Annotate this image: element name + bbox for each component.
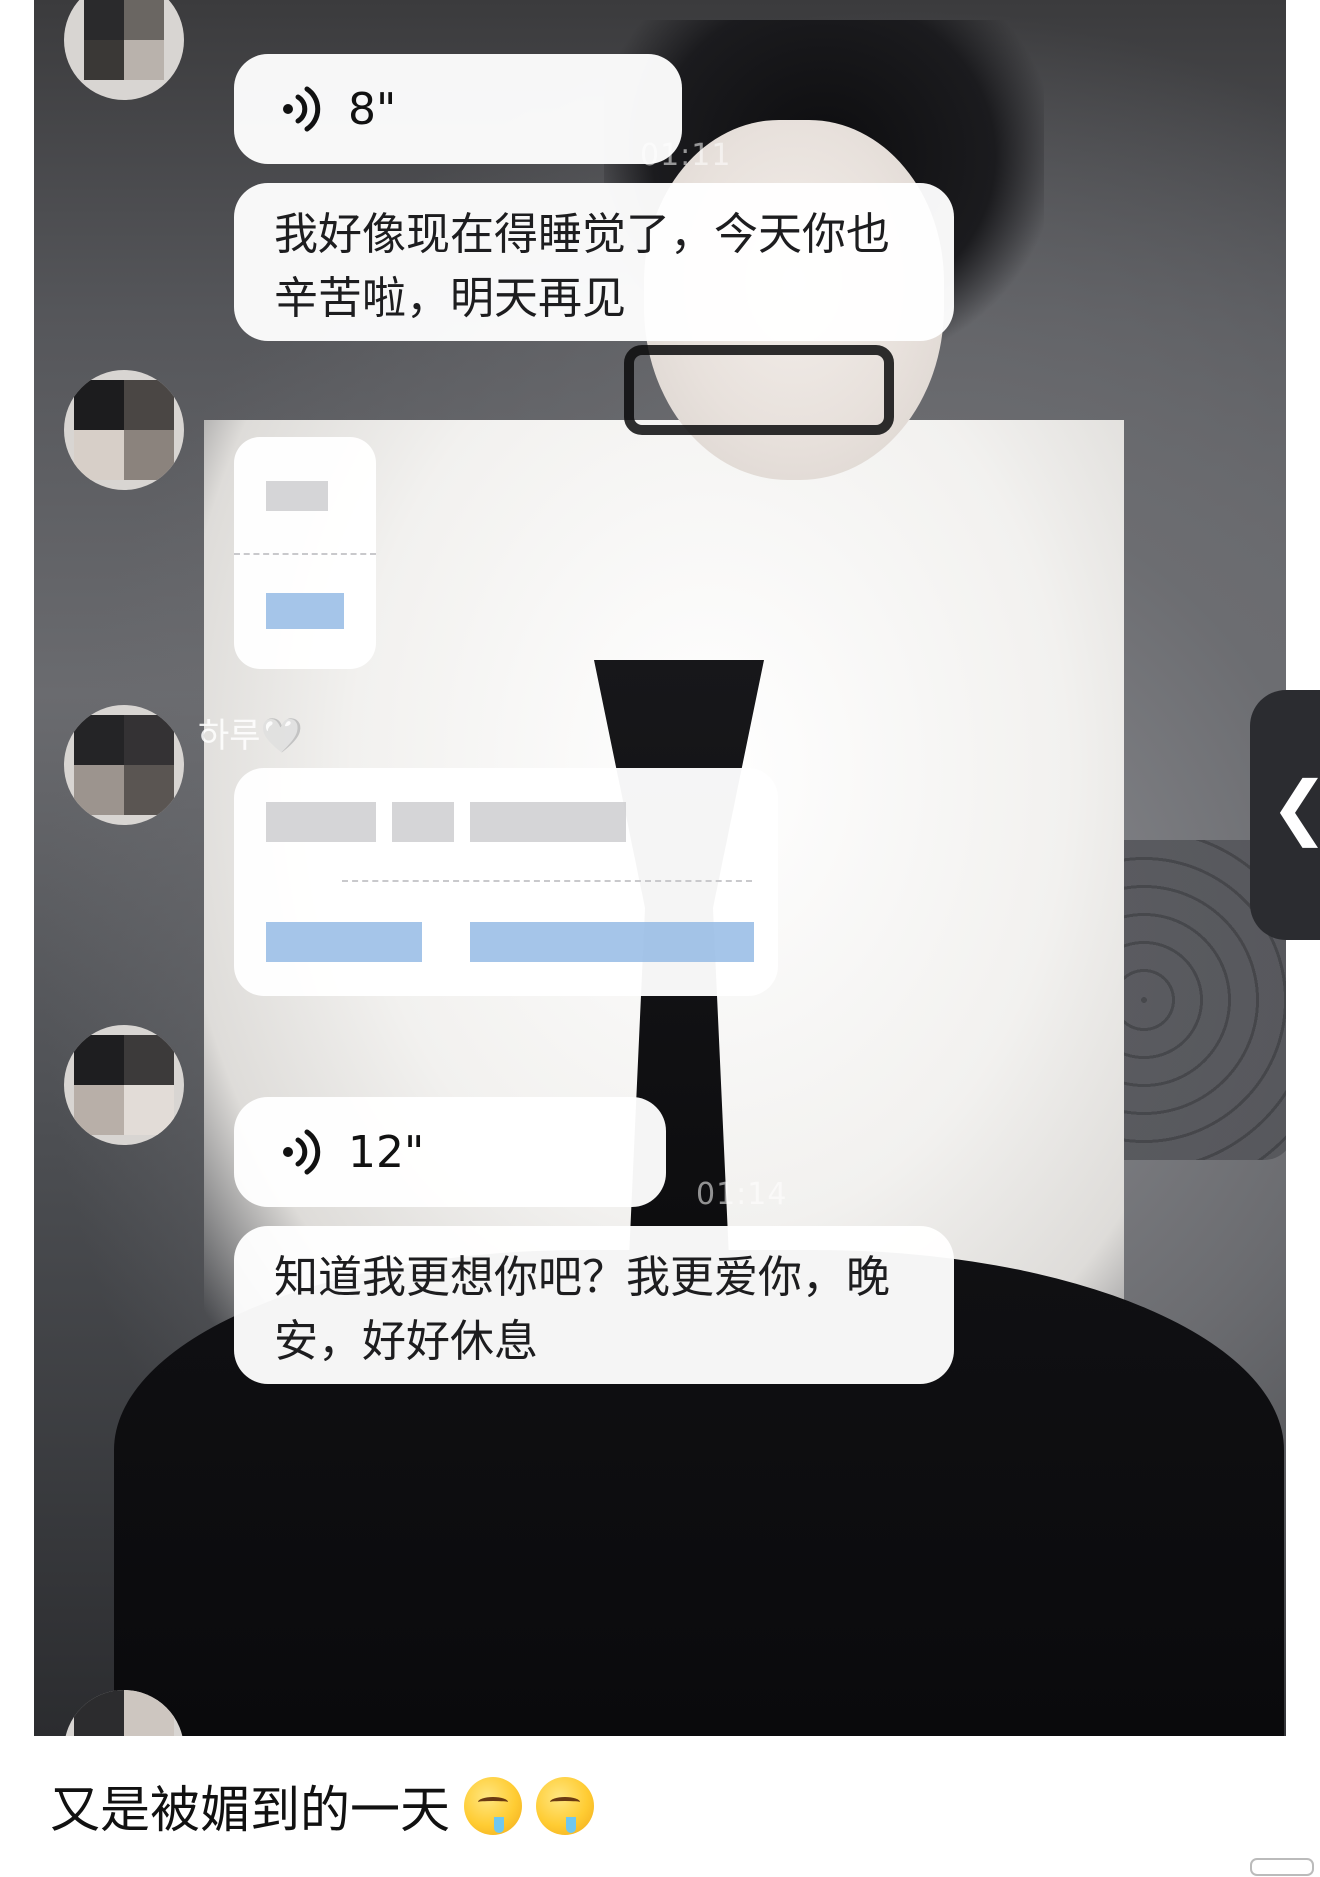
collapse-handle[interactable]: ❮ — [1250, 690, 1320, 940]
message-time: 01:14 — [696, 1177, 788, 1212]
blurred-text — [392, 802, 454, 842]
voice-wave-icon — [283, 86, 321, 132]
card-divider — [342, 880, 752, 884]
caption-text: 又是被媚到的一天 — [50, 1781, 450, 1839]
voice-message[interactable]: 12" — [234, 1097, 666, 1207]
avatar[interactable] — [64, 1025, 184, 1145]
text-message[interactable]: 我好像现在得睡觉了，今天你也辛苦啦，明天再见 — [234, 183, 954, 341]
message-text: 知道我更想你吧？我更爱你，晚安，好好休息 — [274, 1252, 890, 1367]
blurred-link — [266, 922, 422, 962]
blurred-link-card[interactable] — [234, 768, 778, 996]
blurred-link — [266, 593, 344, 629]
voice-duration: 8" — [348, 83, 397, 135]
blurred-link — [470, 922, 754, 962]
blurred-text — [266, 802, 376, 842]
background-glasses — [624, 345, 894, 435]
voice-wave-icon — [283, 1129, 321, 1175]
post-caption: 又是被媚到的一天 — [50, 1770, 594, 1842]
blurred-link-card[interactable] — [234, 437, 376, 669]
drooling-face-emoji — [536, 1777, 594, 1835]
scroll-indicator — [1250, 1858, 1314, 1876]
text-message[interactable]: 知道我更想你吧？我更爱你，晚安，好好休息 — [234, 1226, 954, 1384]
sender-name: 하루🤍 — [198, 716, 303, 756]
drooling-face-emoji — [464, 1777, 522, 1835]
voice-message[interactable]: 8" — [234, 54, 682, 164]
message-text: 我好像现在得睡觉了，今天你也辛苦啦，明天再见 — [274, 209, 890, 324]
avatar[interactable] — [64, 370, 184, 490]
voice-duration: 12" — [348, 1126, 425, 1178]
blurred-text — [470, 802, 626, 842]
chevron-left-icon: ❮ — [1270, 766, 1320, 848]
message-time: 01:11 — [640, 138, 732, 173]
avatar[interactable] — [64, 1690, 184, 1736]
blurred-text — [266, 481, 328, 511]
chat-screenshot: 8" 01:11 我好像现在得睡觉了，今天你也辛苦啦，明天再见 하루🤍 12" … — [34, 0, 1286, 1736]
card-divider — [234, 553, 376, 557]
avatar[interactable] — [64, 705, 184, 825]
